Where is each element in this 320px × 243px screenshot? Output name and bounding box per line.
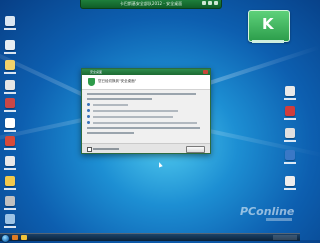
dialog-footer	[82, 143, 210, 153]
desktop-icon-app[interactable]	[3, 80, 17, 98]
icon-label	[4, 130, 16, 132]
bullet-icon	[87, 103, 90, 106]
app-icon	[5, 118, 15, 128]
dialog-header: 您已经切换到"安全桌面"	[82, 75, 210, 90]
text-line	[93, 109, 178, 112]
taskbar-app-icon[interactable]	[21, 235, 27, 240]
bullet-icon	[87, 115, 90, 118]
desktop-icon-app[interactable]	[283, 176, 297, 194]
desktop-icon-app[interactable]	[283, 106, 297, 124]
app-icon	[285, 86, 295, 96]
app-icon	[285, 106, 295, 116]
desktop-icon-shortcut[interactable]	[3, 98, 17, 116]
desktop-icon-app[interactable]	[283, 150, 297, 168]
app-icon	[5, 80, 15, 90]
text-line	[93, 115, 174, 118]
dialog-body	[82, 90, 210, 140]
desktop-icon-recycle[interactable]	[3, 40, 17, 58]
bullet-icon	[87, 121, 90, 124]
desktop-icon-app[interactable]	[3, 136, 17, 154]
text-line	[87, 98, 152, 100]
dialog-header-text: 您已经切换到"安全桌面"	[98, 79, 137, 83]
bullet-icon	[87, 109, 90, 112]
close-icon[interactable]	[203, 70, 208, 74]
shield-icon	[88, 78, 95, 86]
folder-icon	[5, 60, 15, 70]
list-item	[87, 115, 205, 118]
desktop-icon-shortcut[interactable]	[3, 156, 17, 174]
text-line	[93, 103, 129, 106]
icon-label	[284, 140, 296, 142]
system-tray[interactable]	[273, 235, 297, 240]
shortcut-icon	[5, 156, 15, 166]
computer-icon	[5, 16, 15, 26]
secure-desktop-title-bar[interactable]: 卡巴斯基安全部队2012 - 安全桌面	[80, 0, 222, 9]
close-icon[interactable]	[214, 1, 218, 5]
text-line	[93, 121, 197, 124]
icon-label	[4, 168, 16, 170]
shortcut-icon	[5, 176, 15, 186]
desktop-icon-app[interactable]	[283, 128, 297, 146]
watermark-logo: PConline	[240, 205, 295, 218]
icon-label	[4, 208, 16, 210]
icon-label	[4, 72, 16, 74]
icon-label	[4, 148, 16, 150]
computer-icon	[5, 214, 15, 224]
icon-label	[284, 98, 296, 100]
list-item	[87, 103, 205, 106]
start-button-icon[interactable]	[1, 234, 10, 243]
icon-label	[4, 110, 16, 112]
app-icon	[285, 150, 295, 160]
maximize-icon[interactable]	[208, 1, 212, 5]
text-line	[87, 93, 196, 95]
watermark-subtext	[266, 218, 292, 221]
desktop-icon-app[interactable]	[3, 118, 17, 136]
kaspersky-widget[interactable]: K	[248, 10, 290, 42]
desktop-icon-folder[interactable]	[3, 60, 17, 78]
widget-stand	[252, 40, 284, 43]
ok-button[interactable]	[186, 146, 205, 153]
icon-label	[284, 188, 296, 190]
icon-label	[4, 188, 16, 190]
desktop-icon-app[interactable]	[3, 196, 17, 214]
icon-label	[284, 118, 296, 120]
text-line	[87, 127, 201, 129]
app-icon	[5, 136, 15, 146]
minimize-icon[interactable]	[202, 1, 206, 5]
dialog-title: 安全桌面	[90, 70, 103, 74]
app-icon	[5, 196, 15, 206]
desktop-icon-app[interactable]	[283, 86, 297, 104]
icon-label	[4, 226, 16, 228]
taskbar-app-icon[interactable]	[12, 235, 18, 240]
text-line	[87, 132, 135, 134]
icon-label	[4, 92, 16, 94]
icon-label	[4, 52, 16, 54]
icon-label	[4, 28, 16, 30]
recycle-bin-icon	[5, 40, 15, 50]
checkbox-label	[93, 148, 119, 150]
list-item	[87, 121, 205, 124]
shortcut-icon	[5, 98, 15, 108]
list-item	[87, 109, 205, 112]
title-bar-text: 卡巴斯基安全部队2012 - 安全桌面	[119, 1, 183, 6]
app-icon	[285, 128, 295, 138]
icon-label	[284, 162, 296, 164]
desktop-icon-computer[interactable]	[3, 214, 17, 232]
secure-desktop-dialog: 安全桌面 您已经切换到"安全桌面"	[81, 68, 211, 154]
mouse-cursor-icon	[157, 161, 163, 168]
kaspersky-logo-icon: K	[262, 15, 274, 33]
desktop-icon-shortcut[interactable]	[3, 176, 17, 194]
desktop-icon-computer[interactable]	[3, 16, 17, 34]
dont-show-checkbox[interactable]	[87, 147, 92, 152]
app-icon	[285, 176, 295, 186]
